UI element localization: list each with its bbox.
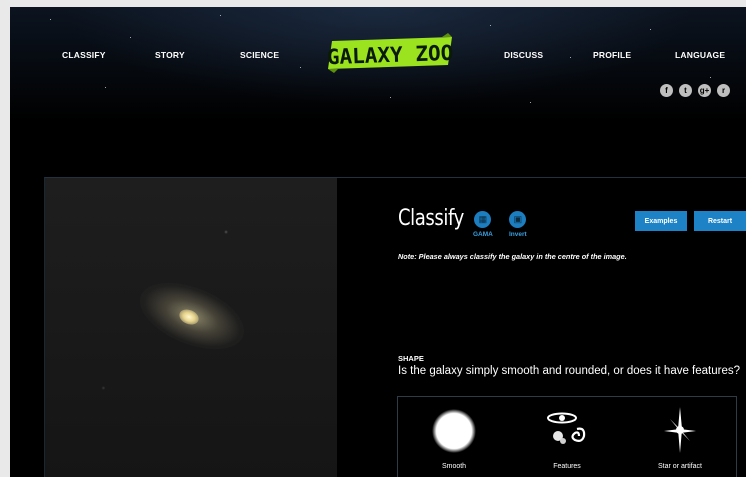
star-artifact-icon [664,407,696,453]
invert-label: Invert [509,231,527,238]
nav-science[interactable]: SCIENCE [240,50,279,60]
gama-tool[interactable]: ▦ GAMA [473,211,493,238]
classify-panel: Classify ▦ GAMA ▣ Invert Examples Restar… [44,177,746,477]
nav-profile[interactable]: PROFILE [593,50,631,60]
question-heading: SHAPE [398,354,424,363]
restart-button[interactable]: Restart [694,211,746,231]
answer-star-artifact[interactable]: Star or artifact [624,397,736,477]
twitter-icon[interactable]: t [679,84,692,97]
nav-classify[interactable]: CLASSIFY [62,50,106,60]
classify-title: Classify [398,206,464,231]
invert-tool[interactable]: ▣ Invert [509,211,527,238]
facebook-icon[interactable]: f [660,84,673,97]
galaxy-image [45,178,337,477]
nav-language[interactable]: LANGUAGE [675,50,725,60]
logo-text: GALAXY ZOO [328,41,454,69]
answer-star-artifact-label: Star or artifact [658,463,702,470]
answer-features-label: Features [553,463,581,470]
features-galaxy-icon [547,412,586,444]
answer-features[interactable]: Features [511,397,623,477]
answer-options: Smooth Features Star or artifact [397,396,737,477]
galaxy-zoo-logo[interactable]: GALAXY ZOO [328,33,456,73]
answer-smooth-label: Smooth [441,463,467,470]
answer-smooth[interactable]: Smooth [398,397,510,477]
google-plus-icon[interactable]: g+ [698,84,711,97]
question-text: Is the galaxy simply smooth and rounded,… [398,365,741,377]
rss-icon[interactable]: r [717,84,730,97]
classify-note: Note: Please always classify the galaxy … [398,252,627,261]
gama-label: GAMA [473,231,493,238]
nav-story[interactable]: STORY [155,50,185,60]
invert-icon: ▣ [509,211,527,228]
app-frame: CLASSIFY STORY SCIENCE GALAXY ZOO DISCUS… [10,7,746,477]
examples-button[interactable]: Examples [635,211,687,231]
gama-icon: ▦ [474,211,492,228]
smooth-galaxy-icon [432,409,476,453]
nav-discuss[interactable]: DISCUSS [504,50,543,60]
